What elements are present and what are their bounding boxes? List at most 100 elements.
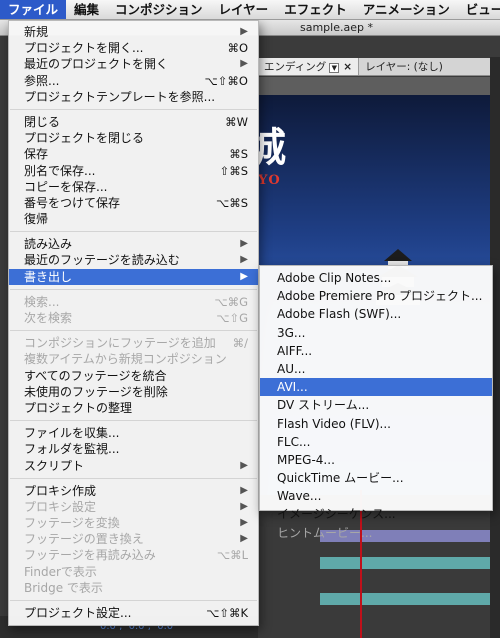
file-menu-item[interactable]: プロジェクトテンプレートを参照... xyxy=(9,89,258,105)
export-menu-item[interactable]: Adobe Premiere Pro プロジェクト... xyxy=(260,287,492,305)
export-menu-item[interactable]: Adobe Clip Notes... xyxy=(260,269,492,287)
tab-composition-label: エンディング xyxy=(264,61,327,73)
menu-item-shortcut: ⌥⇧⌘O xyxy=(204,73,248,88)
menu-item-label: プロジェクトの整理 xyxy=(24,400,133,415)
file-menu-item[interactable]: 参照... ⌥⇧⌘O xyxy=(9,73,258,89)
file-menu-item[interactable]: 保存 ⌘S xyxy=(9,146,258,162)
file-menu-item[interactable]: 最近のプロジェクトを開く ▶ xyxy=(9,56,258,72)
menu-composition[interactable]: コンポジション xyxy=(107,0,211,19)
timeline-layer-bar[interactable] xyxy=(320,593,490,605)
file-menu-item[interactable]: スクリプト ▶ xyxy=(9,458,258,474)
panel-tabs: エンディング ▼ × レイヤー: (なし) xyxy=(258,58,500,76)
menu-item-label: プロジェクトを閉じる xyxy=(24,131,145,146)
menu-edit[interactable]: 編集 xyxy=(66,0,107,19)
tab-layer[interactable]: レイヤー: (なし) xyxy=(359,58,449,75)
menu-item-label: 新規 xyxy=(24,25,49,39)
menu-item-label: 別名で保存... xyxy=(24,163,96,178)
export-submenu: Adobe Clip Notes... Adobe Premiere Pro プロ… xyxy=(259,265,493,540)
file-menu-item[interactable]: プロジェクトを閉じる xyxy=(9,130,258,146)
export-menu-item[interactable]: DV ストリーム... xyxy=(260,396,492,414)
export-menu-item[interactable]: AU... xyxy=(260,360,492,378)
file-menu-item[interactable]: 未使用のフッテージを削除 xyxy=(9,384,258,400)
menu-bar: ファイル 編集 コンポジション レイヤー エフェクト アニメーション ビュー xyxy=(0,0,500,20)
menu-item-label: フッテージを変換 xyxy=(24,516,120,531)
file-menu-item[interactable]: 番号をつけて保存 ⌥⌘S xyxy=(9,195,258,211)
menu-view[interactable]: ビュー xyxy=(458,0,500,19)
close-icon[interactable]: × xyxy=(343,61,352,73)
file-menu-item[interactable]: プロジェクトを開く... ⌘O xyxy=(9,40,258,56)
menu-item-shortcut: ⌥⌘L xyxy=(216,548,248,563)
menu-item-label: プロキシ設定 xyxy=(24,499,97,514)
export-menu-item[interactable]: Flash Video (FLV)... xyxy=(260,415,492,433)
export-menu-item[interactable]: FLC... xyxy=(260,433,492,451)
file-menu-item[interactable]: プロジェクトの整理 xyxy=(9,400,258,416)
comp-subtitle-text: TOJYO xyxy=(258,173,281,188)
file-menu-item: 検索... ⌥⌘G xyxy=(9,294,258,310)
file-menu-item[interactable]: 復帰 xyxy=(9,211,258,227)
file-menu-item[interactable]: 新規 ▶ xyxy=(9,24,258,40)
tab-layer-label: レイヤー: (なし) xyxy=(365,61,443,73)
menu-item-shortcut: ⌥⌘G xyxy=(214,294,248,309)
file-menu-item[interactable]: プロジェクト設定... ⌥⇧⌘K xyxy=(9,605,258,621)
export-menu-item[interactable]: Wave... xyxy=(260,487,492,505)
menu-item-label: 読み込み xyxy=(24,237,73,252)
comp-title-text: 松本城 xyxy=(258,124,290,171)
menu-animation[interactable]: アニメーション xyxy=(355,0,458,19)
file-menu-item[interactable]: 閉じる ⌘W xyxy=(9,114,258,130)
window-title: sample.aep * xyxy=(300,21,373,34)
file-menu-item[interactable]: 最近のフッテージを読み込む ▶ xyxy=(9,252,258,268)
menu-item-label: スクリプト xyxy=(24,458,85,473)
menu-separator xyxy=(9,227,258,236)
export-menu-item: ヒントムービー... xyxy=(277,525,373,540)
submenu-arrow-icon: ▶ xyxy=(240,484,248,496)
tab-composition[interactable]: エンディング ▼ × xyxy=(258,58,360,75)
file-menu-item[interactable]: 書き出し ▶ xyxy=(9,268,258,285)
file-menu-item[interactable]: フォルダを監視... xyxy=(9,441,258,457)
chevron-down-icon[interactable]: ▼ xyxy=(329,63,340,73)
menu-item-label: フォルダを監視... xyxy=(24,442,120,457)
menu-item-label: 閉じる xyxy=(24,114,61,129)
file-menu-item: フッテージを再読み込み ⌥⌘L xyxy=(9,547,258,563)
menu-item-label: 保存 xyxy=(24,147,49,162)
export-menu-item[interactable]: AIFF... xyxy=(260,342,492,360)
menu-separator xyxy=(9,105,258,114)
menu-item-label: 検索... xyxy=(24,294,60,309)
file-menu-item[interactable]: 別名で保存... ⇧⌘S xyxy=(9,163,258,179)
menu-item-shortcut: ⌘S xyxy=(229,147,248,162)
menu-effect[interactable]: エフェクト xyxy=(276,0,355,19)
menu-item-label: すべてのフッテージを統合 xyxy=(24,368,167,383)
export-menu-item[interactable]: イメージシーケンス... xyxy=(260,505,492,523)
export-menu-item[interactable]: AVI... xyxy=(260,378,492,397)
file-menu-item: 次を検索 ⌥⇧G xyxy=(9,310,258,326)
menu-file[interactable]: ファイル xyxy=(0,0,67,19)
file-menu-item[interactable]: ファイルを収集... xyxy=(9,425,258,441)
menu-item-shortcut: ⇧⌘S xyxy=(219,163,248,178)
menu-item-label: プロジェクト設定... xyxy=(24,606,132,620)
menu-item-label: 最近のプロジェクトを開く xyxy=(24,57,169,72)
file-menu-item[interactable]: 読み込み ▶ xyxy=(9,236,258,252)
file-menu-item[interactable]: すべてのフッテージを統合 xyxy=(9,368,258,384)
export-menu-item[interactable]: MPEG-4... xyxy=(260,451,492,469)
export-menu-item[interactable]: Adobe Flash (SWF)... xyxy=(260,305,492,323)
export-menu-item[interactable]: QuickTime ムービー... xyxy=(260,469,492,487)
file-menu-item[interactable]: コピーを保存... xyxy=(9,179,258,195)
menu-separator xyxy=(9,596,258,605)
file-menu-item: フッテージの置き換え ▶ xyxy=(9,531,258,547)
menu-item-label: 番号をつけて保存 xyxy=(24,195,121,210)
export-menu-item[interactable]: 3G... xyxy=(260,324,492,342)
menu-item-shortcut: ⌘W xyxy=(225,114,248,129)
menu-separator xyxy=(9,474,258,483)
menu-separator xyxy=(9,285,258,294)
submenu-arrow-icon: ▶ xyxy=(240,254,248,266)
menu-item-label: コピーを保存... xyxy=(24,179,108,194)
timeline-layer-bar[interactable] xyxy=(320,557,490,569)
menu-item-label: 書き出し xyxy=(24,269,73,284)
file-menu-item[interactable]: プロキシ作成 ▶ xyxy=(9,483,258,499)
submenu-arrow-icon: ▶ xyxy=(240,270,248,282)
submenu-arrow-icon: ▶ xyxy=(240,533,248,545)
file-menu-dropdown: 新規 ▶ プロジェクトを開く... ⌘O 最近のプロジェクトを開く ▶ 参照... ⌥⇧⌘O プ… xyxy=(8,20,259,626)
menu-item-label: コンポジションにフッテージを追加 xyxy=(24,336,216,351)
menu-layer[interactable]: レイヤー xyxy=(211,0,277,19)
menu-item-label: フッテージの置き換え xyxy=(24,532,144,547)
menu-item-shortcut: ⌘O xyxy=(227,41,248,56)
